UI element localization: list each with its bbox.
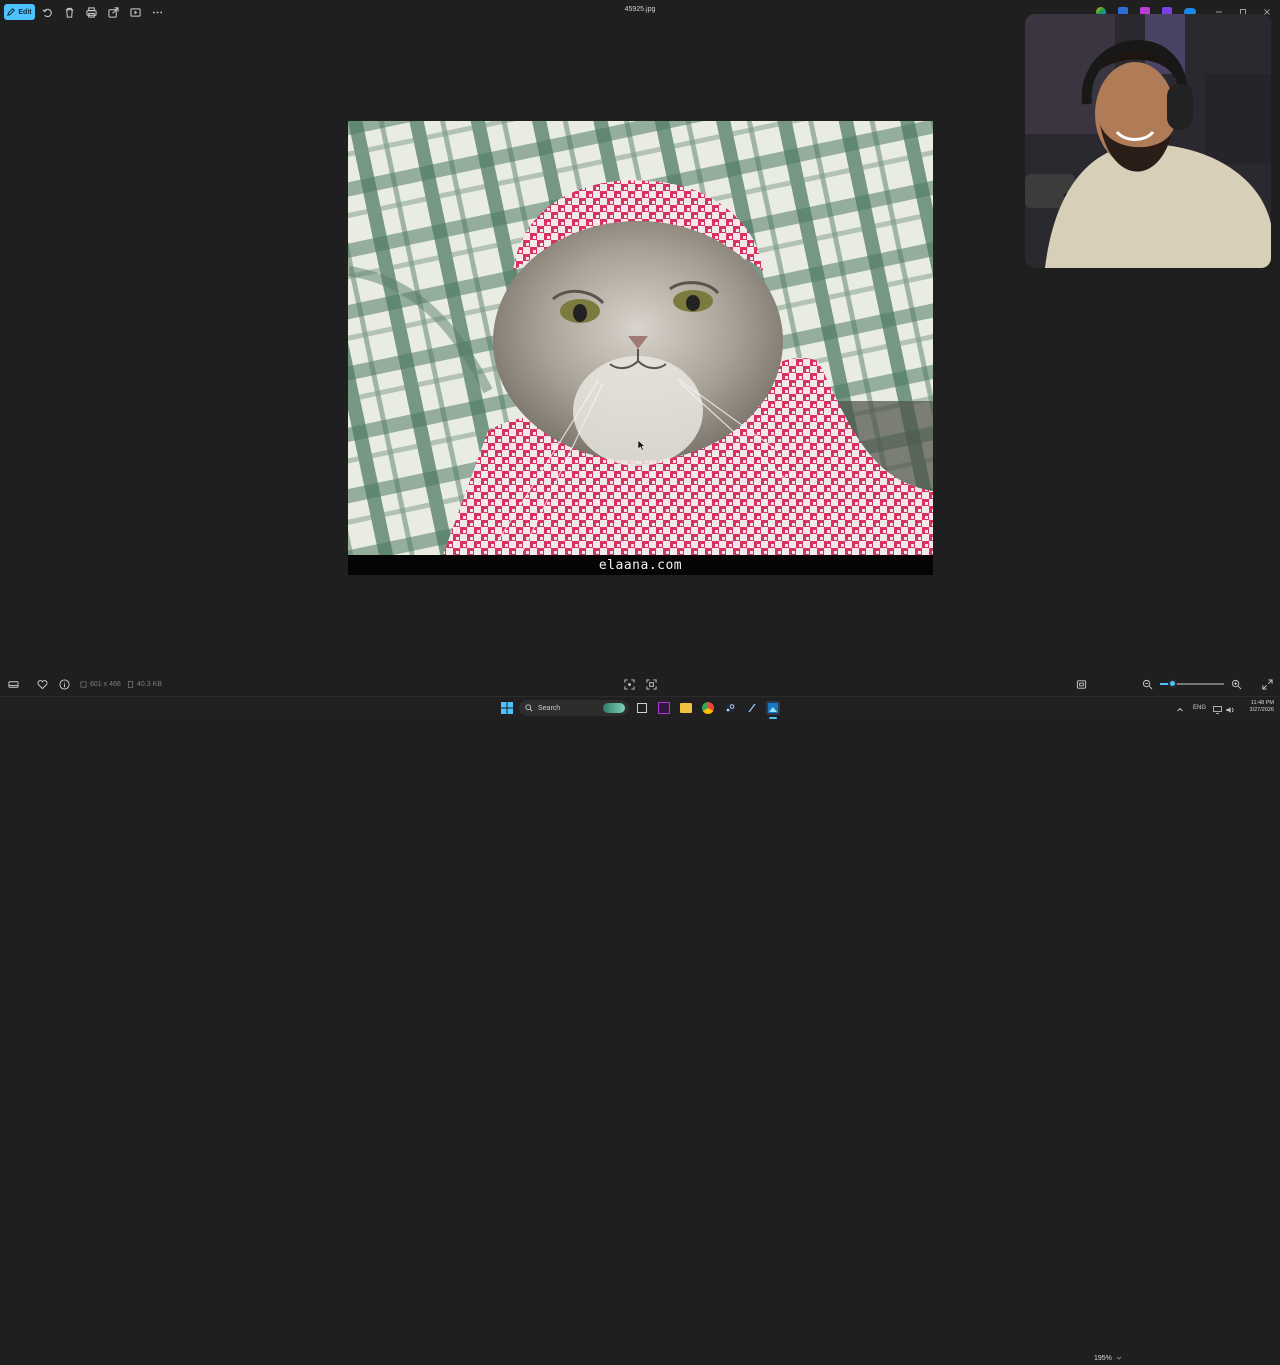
start-button[interactable] bbox=[501, 702, 513, 714]
fit-to-window-icon[interactable] bbox=[643, 676, 659, 692]
image-dimensions: 601 x 466 bbox=[80, 681, 121, 688]
slideshow-icon[interactable] bbox=[127, 4, 143, 20]
file-size-icon bbox=[127, 681, 134, 688]
search-placeholder: Search bbox=[538, 704, 561, 712]
share-icon[interactable] bbox=[105, 4, 121, 20]
image-caption: elaana.com bbox=[598, 557, 683, 573]
task-view-icon[interactable] bbox=[637, 703, 647, 713]
dimensions-icon bbox=[80, 681, 87, 688]
fit-view-icon[interactable] bbox=[1073, 676, 1089, 692]
mouse-cursor bbox=[637, 439, 646, 454]
image-caption-bar: elaana.com bbox=[348, 555, 933, 575]
taskbar-clock[interactable]: 11:48 PM 3/27/2026 bbox=[1238, 700, 1274, 714]
search-highlight-icon bbox=[603, 703, 625, 713]
zoom-level-value: 195% bbox=[1094, 1354, 1112, 1362]
webcam-overlay bbox=[1025, 14, 1271, 268]
fullscreen-icon[interactable] bbox=[1259, 676, 1275, 692]
delete-icon[interactable] bbox=[61, 4, 77, 20]
search-icon bbox=[525, 704, 533, 712]
file-size: 40.3 KB bbox=[127, 681, 162, 688]
tray-overflow-chevron-icon[interactable] bbox=[1176, 703, 1184, 712]
status-bar: 601 x 466 40.3 KB 195% bbox=[0, 674, 1280, 1362]
network-icon[interactable] bbox=[1213, 703, 1222, 714]
zoom-level-dropdown[interactable]: 195% bbox=[1094, 1351, 1134, 1365]
streamer-webcam-feed bbox=[1025, 14, 1271, 268]
filmstrip-icon[interactable] bbox=[5, 676, 21, 692]
edit-button-label: Edit bbox=[18, 8, 32, 16]
image-dimensions-value: 601 x 466 bbox=[90, 681, 121, 688]
window-title: 45925.jpg bbox=[624, 6, 656, 13]
favorite-heart-icon[interactable] bbox=[34, 676, 50, 692]
chrome-icon[interactable] bbox=[702, 702, 714, 714]
file-explorer-icon[interactable] bbox=[680, 703, 692, 713]
windows-logo-icon bbox=[501, 702, 513, 714]
more-icon[interactable] bbox=[149, 4, 165, 20]
print-icon[interactable] bbox=[83, 4, 99, 20]
rotate-icon[interactable] bbox=[39, 4, 55, 20]
input-language[interactable]: ENG bbox=[1193, 705, 1206, 711]
clock-date: 3/27/2026 bbox=[1249, 707, 1274, 713]
edit-icon bbox=[7, 8, 16, 16]
cat-photo-illustration bbox=[348, 121, 933, 555]
edit-button[interactable]: Edit bbox=[4, 4, 35, 20]
steam-icon[interactable] bbox=[724, 702, 736, 714]
active-app-indicator bbox=[769, 717, 777, 719]
premiere-app-icon[interactable] bbox=[658, 702, 670, 714]
photos-app-icon[interactable] bbox=[766, 701, 780, 715]
volume-icon[interactable] bbox=[1226, 703, 1235, 713]
zoom-in-icon[interactable] bbox=[1228, 676, 1244, 692]
zoom-out-icon[interactable] bbox=[1139, 676, 1155, 692]
displayed-photo bbox=[348, 121, 933, 555]
taskbar-search-box[interactable]: Search bbox=[519, 700, 629, 716]
pen-app-icon[interactable] bbox=[746, 702, 758, 714]
chevron-down-icon bbox=[1116, 1356, 1122, 1360]
file-info-icon[interactable] bbox=[56, 676, 72, 692]
file-size-value: 40.3 KB bbox=[137, 681, 162, 688]
clock-time: 11:48 PM bbox=[1250, 700, 1274, 706]
actual-size-icon[interactable] bbox=[621, 676, 637, 692]
